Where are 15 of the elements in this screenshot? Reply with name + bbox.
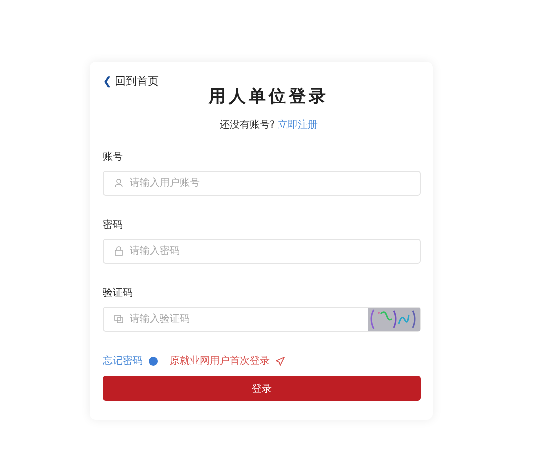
lock-icon bbox=[114, 246, 124, 256]
forgot-password-link[interactable]: 忘记密码 bbox=[103, 354, 143, 368]
field-label: 账号 bbox=[103, 150, 123, 164]
register-link[interactable]: 立即注册 bbox=[278, 118, 318, 132]
input-field[interactable]: 请输入用户账号 bbox=[103, 171, 421, 196]
back-link[interactable]: ❮ 回到首页 bbox=[103, 74, 160, 89]
field-label: 密码 bbox=[103, 218, 123, 232]
login-button[interactable]: 登录 bbox=[103, 376, 421, 401]
register-prompt: 还没有账号? bbox=[220, 118, 276, 132]
send-icon bbox=[276, 356, 285, 366]
first-login-link[interactable]: 原就业网用户首次登录 bbox=[170, 354, 270, 368]
user-icon bbox=[114, 178, 124, 188]
page-title: 用人单位登录 bbox=[209, 86, 329, 108]
field-label: 验证码 bbox=[103, 287, 133, 300]
input-field[interactable]: 请输入密码 bbox=[103, 239, 421, 264]
